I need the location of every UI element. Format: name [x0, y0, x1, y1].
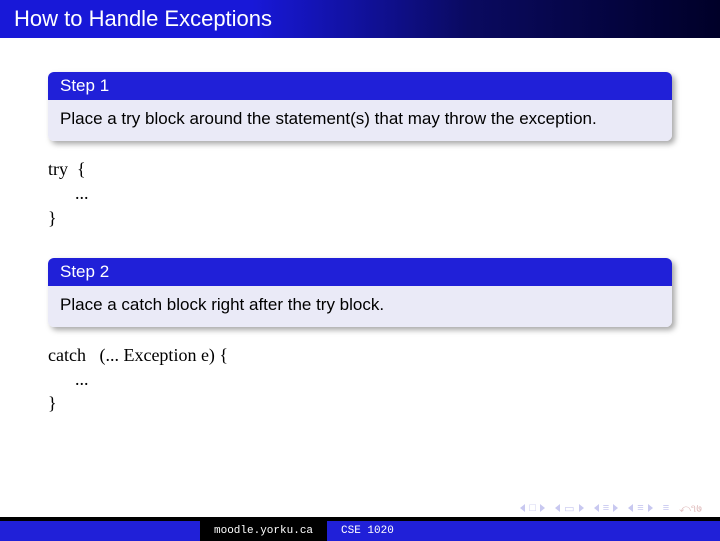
prev-slide-icon[interactable]: ▭	[555, 502, 584, 515]
nav-controls: □ ▭ ≡ ≡ ≡ ↶૧७	[0, 499, 720, 517]
slide-footer: □ ▭ ≡ ≡ ≡ ↶૧७ moodle.yorku.ca CSE 1020	[0, 499, 720, 541]
toc-icon[interactable]: ≡	[663, 502, 669, 514]
step-1-header: Step 1	[48, 72, 672, 100]
slide-title: How to Handle Exceptions	[14, 6, 272, 32]
slide-title-bar: How to Handle Exceptions	[0, 0, 720, 38]
next-section-icon[interactable]: ≡	[628, 502, 653, 514]
step-block-2: Step 2 Place a catch block right after t…	[48, 258, 672, 327]
footer-bar: moodle.yorku.ca CSE 1020	[0, 521, 720, 541]
step-1-code: try { ... }	[48, 157, 672, 230]
slide-content: Step 1 Place a try block around the stat…	[0, 38, 720, 416]
step-1-body: Place a try block around the statement(s…	[48, 100, 672, 141]
step-2-body: Place a catch block right after the try …	[48, 286, 672, 327]
footer-site: moodle.yorku.ca	[200, 521, 327, 541]
step-2-code: catch (... Exception e) { ... }	[48, 343, 672, 416]
footer-course: CSE 1020	[327, 521, 408, 541]
prev-section-icon[interactable]: ≡	[594, 502, 619, 514]
step-2-header: Step 2	[48, 258, 672, 286]
undo-icon[interactable]: ↶૧७	[679, 501, 702, 516]
step-block-1: Step 1 Place a try block around the stat…	[48, 72, 672, 141]
first-slide-icon[interactable]: □	[520, 502, 545, 514]
